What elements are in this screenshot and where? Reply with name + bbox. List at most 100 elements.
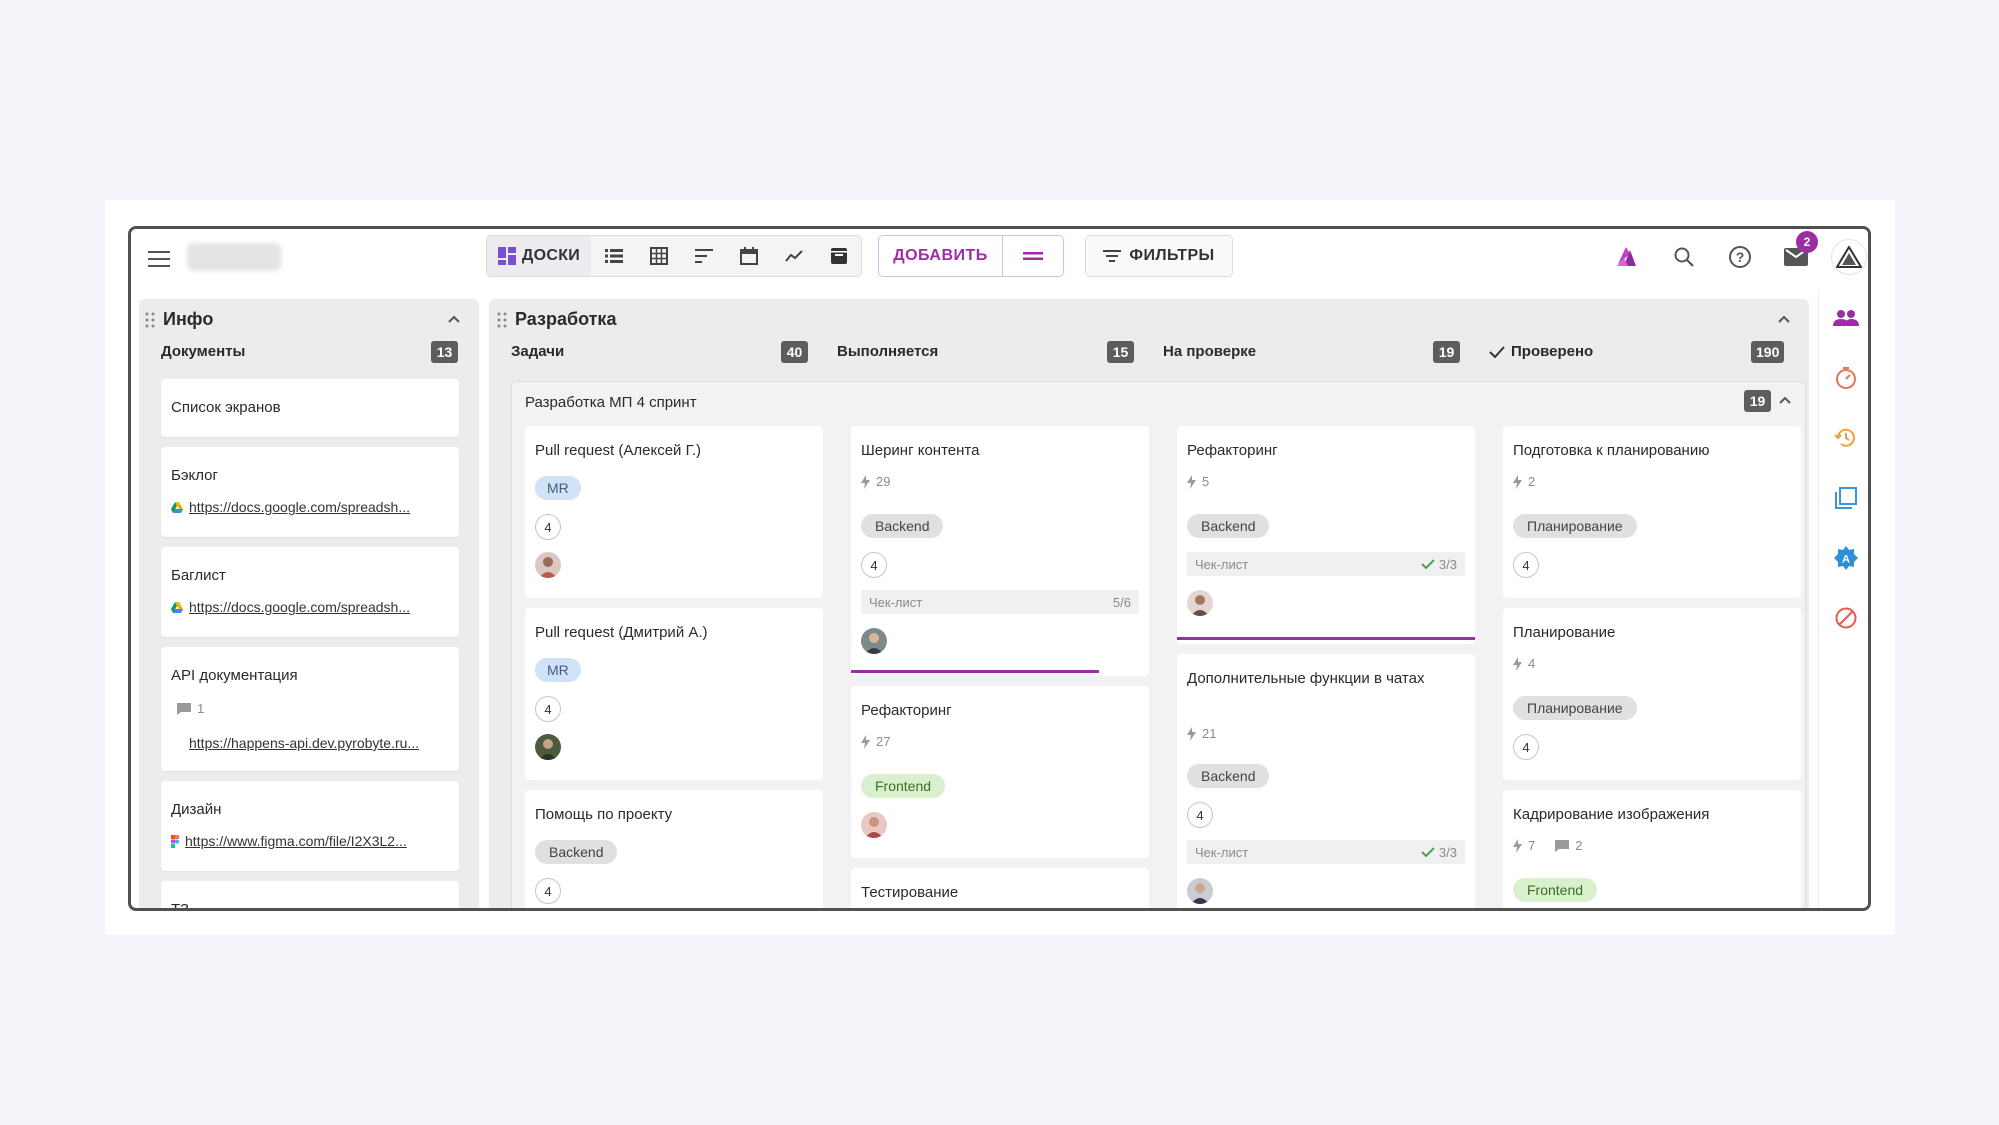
- assignee-avatar[interactable]: [535, 734, 561, 760]
- swimlane: Разработка МП 4 спринт 19 Pull request (…: [511, 381, 1806, 908]
- task-estimate: 4: [535, 878, 561, 904]
- user-avatar[interactable]: [1831, 239, 1867, 275]
- check-icon: [1421, 847, 1435, 857]
- column-title-in-progress: Выполняется: [837, 343, 939, 360]
- task-card[interactable]: Дополнительные функции в чатах 21 Backen…: [1177, 654, 1475, 908]
- story-points: 4: [1513, 656, 1535, 671]
- workspace-logo[interactable]: [187, 243, 281, 271]
- add-button[interactable]: ДОБАВИТЬ: [879, 236, 1003, 276]
- comment-icon: [1555, 839, 1570, 852]
- task-card[interactable]: Подготовка к планированию 2 Планирование…: [1503, 426, 1801, 598]
- google-drive-icon: [171, 501, 183, 513]
- check-icon: [1421, 559, 1435, 569]
- task-card[interactable]: Рефакторинг 5 Backend Чек-лист 3/3: [1177, 426, 1475, 644]
- equals-icon: [1023, 252, 1043, 260]
- users-icon[interactable]: [1831, 303, 1861, 333]
- view-switcher: ДОСКИ: [486, 235, 862, 277]
- timer-icon[interactable]: [1831, 363, 1861, 393]
- task-title: Дополнительные функции в чатах: [1187, 670, 1425, 687]
- task-card[interactable]: Тестирование: [851, 868, 1149, 908]
- assignee-avatar[interactable]: [861, 812, 887, 838]
- menu-icon[interactable]: [145, 245, 173, 273]
- task-card[interactable]: Pull request (Дмитрий А.) MR 4: [525, 608, 823, 780]
- filters-button[interactable]: ФИЛЬТРЫ: [1085, 235, 1233, 277]
- help-icon[interactable]: ?: [1724, 241, 1756, 273]
- table-view-button[interactable]: [636, 236, 681, 276]
- filters-label: ФИЛЬТРЫ: [1129, 247, 1215, 264]
- drag-handle-icon[interactable]: [497, 312, 507, 328]
- doc-card[interactable]: Баглист https://docs.google.com/spreadsh…: [161, 547, 459, 637]
- archive-view-button[interactable]: [816, 236, 861, 276]
- task-estimate: 4: [535, 696, 561, 722]
- calendar-view-button[interactable]: [726, 236, 771, 276]
- doc-link[interactable]: https://docs.google.com/spreadsh...: [171, 599, 410, 615]
- collapse-dev-icon[interactable]: [1775, 311, 1793, 329]
- task-estimate: 4: [861, 552, 887, 578]
- calendar-icon: [739, 247, 758, 265]
- dev-panel-title: Разработка: [515, 309, 617, 329]
- checklist-progress[interactable]: Чек-лист 3/3: [1187, 552, 1465, 576]
- task-card[interactable]: Планирование 4 Планирование 4: [1503, 608, 1801, 780]
- assignee-avatar[interactable]: [1187, 878, 1213, 904]
- boards-view-button[interactable]: ДОСКИ: [487, 236, 591, 276]
- add-options-button[interactable]: [1003, 236, 1063, 276]
- assignee-avatar[interactable]: [861, 628, 887, 654]
- check-icon: [1489, 345, 1505, 358]
- collapse-swimlane-icon[interactable]: [1776, 392, 1794, 410]
- dev-panel-header: Разработка: [497, 309, 616, 330]
- doc-link[interactable]: https://happens-api.dev.pyrobyte.ru...: [189, 735, 419, 751]
- history-icon[interactable]: [1831, 423, 1861, 453]
- doc-link[interactable]: https://www.figma.com/file/I2X3L2...: [171, 833, 407, 849]
- documents-column-title: Документы: [161, 343, 246, 360]
- doc-card[interactable]: Бэклог https://docs.google.com/spreadsh.…: [161, 447, 459, 537]
- task-estimate: 4: [1187, 802, 1213, 828]
- task-card[interactable]: Шеринг контента 29 Backend 4 Чек-лист 5/…: [851, 426, 1149, 676]
- figma-icon: [171, 834, 179, 848]
- gantt-view-button[interactable]: [681, 236, 726, 276]
- doc-card[interactable]: Список экранов: [161, 379, 459, 437]
- toolbar: ДОСКИ ДОБАВИТЬ ФИЛЬТРЫ ? 2: [131, 229, 1868, 291]
- doc-card[interactable]: API документация 1 https://happens-api.d…: [161, 647, 459, 771]
- task-tag: MR: [535, 476, 581, 500]
- column-count-done: 190: [1751, 341, 1785, 363]
- task-card[interactable]: Помощь по проекту Backend 4: [525, 790, 823, 908]
- story-points: 29: [861, 474, 890, 489]
- doc-link[interactable]: https://docs.google.com/spreadsh...: [171, 499, 410, 515]
- collapse-info-icon[interactable]: [445, 311, 463, 329]
- column-title-done: Проверено: [1489, 343, 1593, 360]
- checklist-progress[interactable]: Чек-лист 3/3: [1187, 840, 1465, 864]
- lightning-icon: [1513, 656, 1522, 671]
- assignee-avatar[interactable]: [1187, 590, 1213, 616]
- list-view-button[interactable]: [591, 236, 636, 276]
- task-card[interactable]: Рефакторинг 27 Frontend: [851, 686, 1149, 858]
- task-title: Рефакторинг: [1187, 442, 1278, 459]
- progress-bar: [1177, 637, 1475, 640]
- automation-icon[interactable]: A: [1831, 543, 1861, 573]
- task-card[interactable]: Pull request (Алексей Г.) MR 4: [525, 426, 823, 598]
- task-title: Подготовка к планированию: [1513, 442, 1710, 459]
- task-title: Кадрирование изображения: [1513, 806, 1710, 823]
- doc-card-title: API документация: [171, 667, 298, 684]
- mail-badge: 2: [1796, 231, 1818, 253]
- task-estimate: 4: [535, 514, 561, 540]
- column-count-review: 19: [1433, 341, 1460, 363]
- task-title: Шеринг контента: [861, 442, 980, 459]
- assignee-avatar[interactable]: [535, 552, 561, 578]
- task-tag: Frontend: [1513, 878, 1598, 902]
- block-icon[interactable]: [1831, 603, 1861, 633]
- task-title: Pull request (Дмитрий А.): [535, 624, 708, 641]
- doc-card[interactable]: Дизайн https://www.figma.com/file/I2X3L2…: [161, 781, 459, 871]
- comment-icon: [177, 702, 191, 715]
- checklist-progress[interactable]: Чек-лист 5/6: [861, 590, 1139, 614]
- search-icon[interactable]: [1668, 241, 1700, 273]
- doc-card[interactable]: ТЗ: [161, 881, 459, 908]
- app-window: ДОСКИ ДОБАВИТЬ ФИЛЬТРЫ ? 2 A Инфо Докуме…: [128, 226, 1871, 911]
- list-icon: [604, 249, 623, 263]
- story-points: 7 2: [1513, 838, 1582, 853]
- drag-handle-icon[interactable]: [145, 312, 155, 328]
- task-tag: Backend: [1187, 764, 1270, 788]
- brand-app-icon[interactable]: [1611, 241, 1643, 273]
- copy-icon[interactable]: [1831, 483, 1861, 513]
- task-card[interactable]: Кадрирование изображения 7 2 Frontend: [1503, 790, 1801, 908]
- chart-view-button[interactable]: [771, 236, 816, 276]
